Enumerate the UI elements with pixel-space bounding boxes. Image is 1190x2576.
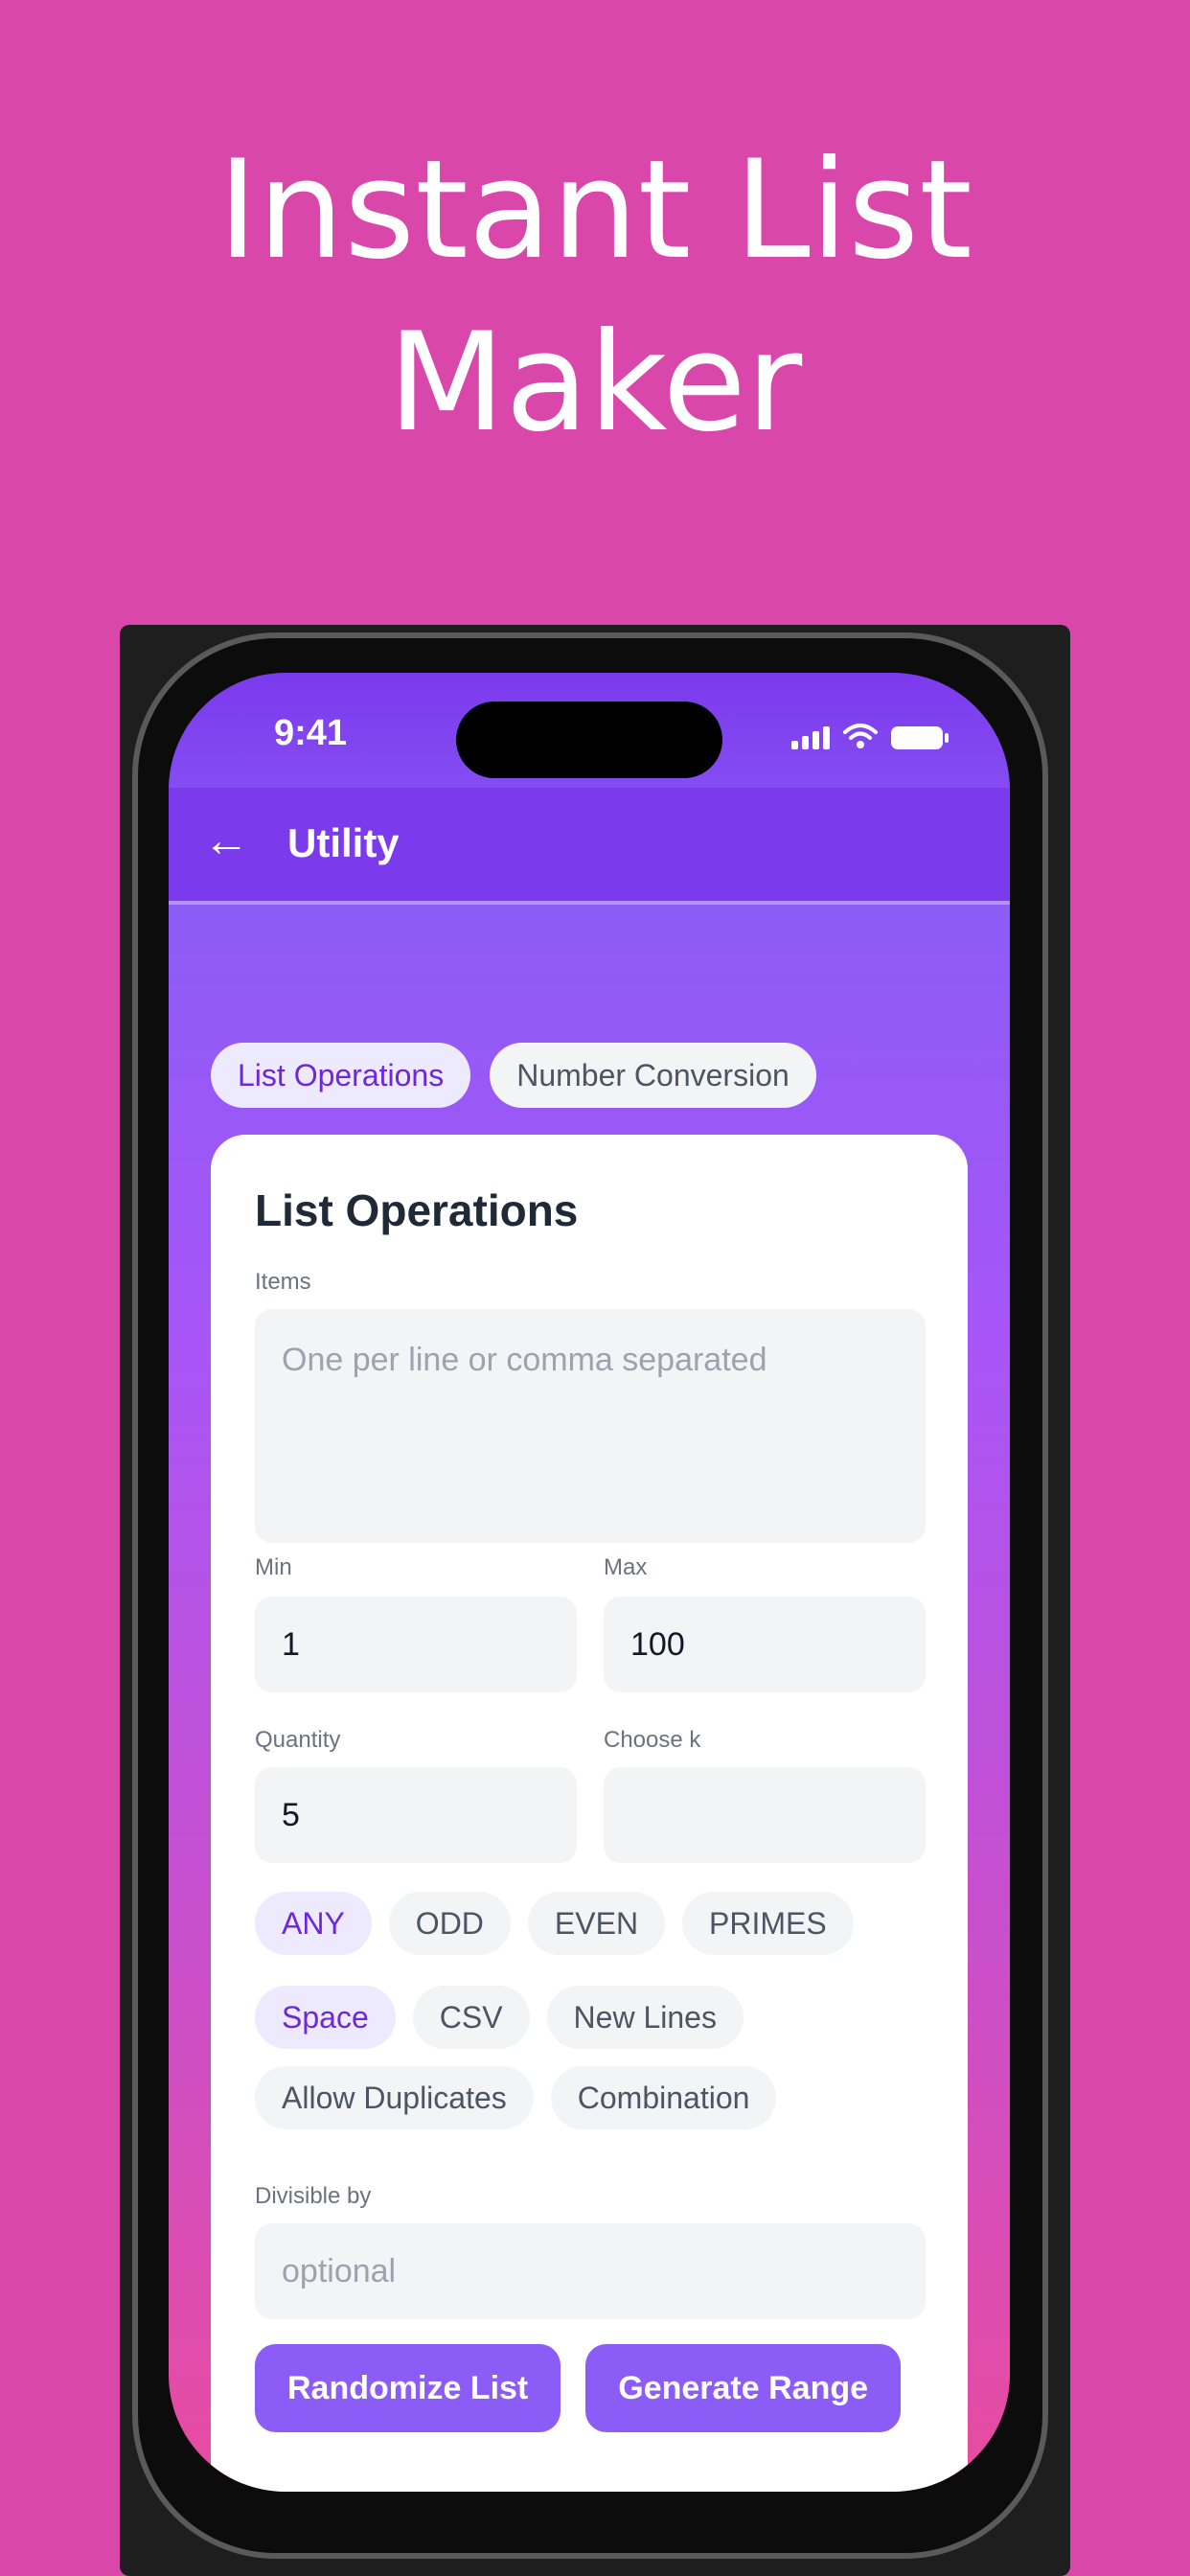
wifi-icon: [843, 724, 878, 748]
min-input[interactable]: 1: [255, 1597, 577, 1692]
action-buttons: Randomize List Generate Range: [255, 2344, 902, 2432]
signal-icon: [791, 726, 830, 749]
list-operations-card: List Operations Items One per line or co…: [211, 1135, 968, 2492]
headline: Instant List Maker: [0, 125, 1190, 470]
tab-list-operations[interactable]: List Operations: [211, 1043, 471, 1108]
option-chips: Allow Duplicates Combination: [255, 2066, 777, 2129]
chip-combination[interactable]: Combination: [550, 2066, 777, 2129]
page-title: Utility: [287, 820, 400, 865]
choose-k-label: Choose k: [604, 1727, 701, 1753]
separator-chips: Space CSV New Lines: [255, 1986, 744, 2049]
generate-range-button[interactable]: Generate Range: [585, 2344, 902, 2432]
status-icons: [791, 723, 949, 749]
divisible-by-label: Divisible by: [255, 2183, 372, 2209]
headline-line-2: Maker: [387, 304, 803, 462]
quantity-label: Quantity: [255, 1727, 341, 1753]
max-label: Max: [604, 1554, 648, 1580]
items-textarea[interactable]: One per line or comma separated: [255, 1309, 926, 1543]
choose-k-input[interactable]: [604, 1767, 926, 1863]
card-title: List Operations: [255, 1185, 579, 1235]
phone-screen: 9:41 ← Utility List Operations Number Co…: [169, 673, 1010, 2492]
randomize-list-button[interactable]: Randomize List: [255, 2344, 561, 2432]
chip-new-lines[interactable]: New Lines: [546, 1986, 744, 2049]
chip-space[interactable]: Space: [255, 1986, 396, 2049]
divisible-by-input[interactable]: optional: [255, 2223, 926, 2319]
dynamic-island: [456, 702, 722, 778]
max-input[interactable]: 100: [604, 1597, 926, 1692]
tab-bar: List Operations Number Conversion: [211, 1043, 816, 1108]
battery-icon: [891, 726, 949, 749]
arrow-left-icon[interactable]: ←: [203, 818, 249, 864]
chip-csv[interactable]: CSV: [412, 1986, 530, 2049]
quantity-input[interactable]: 5: [255, 1767, 577, 1863]
chip-primes[interactable]: PRIMES: [682, 1892, 854, 1955]
chip-any[interactable]: ANY: [255, 1892, 372, 1955]
app-bar: ← Utility: [169, 788, 1010, 905]
status-time: 9:41: [274, 713, 348, 753]
tab-number-conversion[interactable]: Number Conversion: [490, 1043, 816, 1108]
min-label: Min: [255, 1554, 292, 1580]
headline-line-1: Instant List: [217, 131, 973, 289]
chip-even[interactable]: EVEN: [527, 1892, 666, 1955]
chip-allow-duplicates[interactable]: Allow Duplicates: [255, 2066, 534, 2129]
number-filter-chips: ANY ODD EVEN PRIMES: [255, 1892, 854, 1955]
items-label: Items: [255, 1269, 311, 1295]
home-indicator[interactable]: [445, 2463, 734, 2474]
chip-odd[interactable]: ODD: [388, 1892, 511, 1955]
